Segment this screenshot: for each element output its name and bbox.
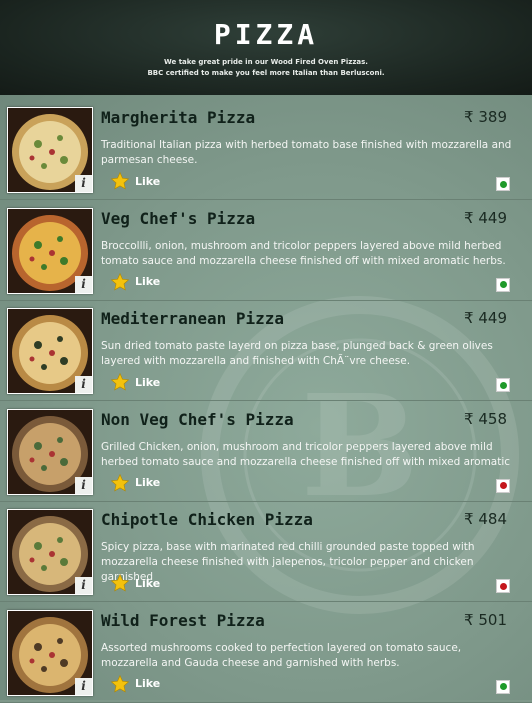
info-icon[interactable]: i	[75, 577, 92, 594]
pizza-description: Broccollli, onion, mushroom and tricolor…	[101, 239, 506, 267]
nonveg-indicator-icon	[496, 478, 510, 493]
star-icon	[110, 372, 130, 391]
tagline-line-2: BBC certified to make you feel more Ital…	[147, 69, 385, 77]
star-icon	[110, 171, 130, 190]
like-label: Like	[135, 677, 161, 690]
pizza-photo[interactable]: i	[7, 107, 93, 193]
veg-indicator-icon	[496, 679, 510, 694]
like-label: Like	[135, 576, 161, 590]
like-label: Like	[135, 375, 161, 389]
tagline-line-1: We take great pride in our Wood Fired Ov…	[164, 58, 368, 66]
like-button[interactable]: Like	[110, 674, 160, 694]
pizza-description: Traditional Italian pizza with herbed to…	[101, 139, 512, 166]
like-button[interactable]: Like	[110, 272, 160, 292]
like-button[interactable]: Like	[110, 372, 160, 392]
menu-item[interactable]: i Margherita Pizza ₹ 389 Traditional Ita…	[0, 100, 532, 200]
veg-indicator-icon	[496, 277, 510, 292]
pizza-description: Assorted mushrooms cooked to perfection …	[101, 641, 462, 669]
pizza-description: Sun dried tomato paste layerd on pizza b…	[101, 340, 493, 367]
menu-item[interactable]: i Non Veg Chef's Pizza ₹ 458 Grilled Chi…	[0, 402, 532, 502]
pizza-description: Grilled Chicken, onion, mushroom and tri…	[101, 440, 511, 468]
pizza-price: ₹ 449	[464, 309, 507, 327]
pizza-photo[interactable]: i	[7, 609, 93, 696]
like-label: Like	[135, 174, 161, 188]
pizza-name: Chipotle Chicken Pizza	[101, 510, 313, 529]
star-icon	[110, 674, 130, 692]
pizza-photo[interactable]: i	[7, 308, 93, 394]
pizza-name: Wild Forest Pizza	[101, 610, 265, 630]
pizza-name: Non Veg Chef's Pizza	[101, 409, 294, 429]
pizza-description: Spicy pizza, base with marinated red chi…	[101, 541, 475, 583]
pizza-price: ₹ 458	[464, 409, 507, 428]
star-icon	[110, 272, 130, 290]
menu-item[interactable]: i Mediterranean Pizza ₹ 449 Sun dried to…	[0, 301, 532, 401]
pizza-price: ₹ 449	[464, 208, 507, 227]
like-button[interactable]: Like	[110, 573, 160, 593]
page-header: PIZZA We take great pride in our Wood Fi…	[0, 0, 532, 96]
info-icon[interactable]: i	[75, 677, 92, 695]
menu-list[interactable]: B i Margherita Pizza ₹ 389 Traditional I…	[0, 95, 532, 703]
pizza-photo[interactable]: i	[7, 408, 93, 495]
menu-item[interactable]: i Veg Chef's Pizza ₹ 449 Broccollli, oni…	[0, 201, 532, 301]
info-icon[interactable]: i	[75, 476, 92, 494]
info-icon[interactable]: i	[75, 376, 92, 393]
menu-item[interactable]: i Chipotle Chicken Pizza ₹ 484 Spicy piz…	[0, 502, 532, 602]
like-button[interactable]: Like	[110, 473, 160, 493]
pizza-name: Veg Chef's Pizza	[101, 208, 256, 228]
veg-indicator-icon	[496, 378, 510, 392]
veg-indicator-icon	[496, 177, 510, 191]
pizza-price: ₹ 484	[464, 510, 507, 528]
like-label: Like	[135, 275, 161, 288]
info-icon[interactable]: i	[75, 275, 92, 293]
star-icon	[110, 573, 130, 592]
pizza-name: Margherita Pizza	[101, 108, 256, 127]
menu-item[interactable]: i Wild Forest Pizza ₹ 501 Assorted mushr…	[0, 603, 532, 703]
pizza-name: Mediterranean Pizza	[101, 309, 285, 328]
info-icon[interactable]: i	[75, 175, 92, 192]
page-title: PIZZA	[213, 18, 319, 51]
star-icon	[110, 473, 130, 491]
pizza-price: ₹ 501	[464, 610, 507, 629]
nonveg-indicator-icon	[496, 579, 510, 593]
like-button[interactable]: Like	[110, 171, 160, 191]
pizza-price: ₹ 389	[464, 108, 507, 126]
like-label: Like	[135, 476, 161, 489]
pizza-photo[interactable]: i	[7, 207, 93, 294]
pizza-photo[interactable]: i	[7, 509, 93, 595]
